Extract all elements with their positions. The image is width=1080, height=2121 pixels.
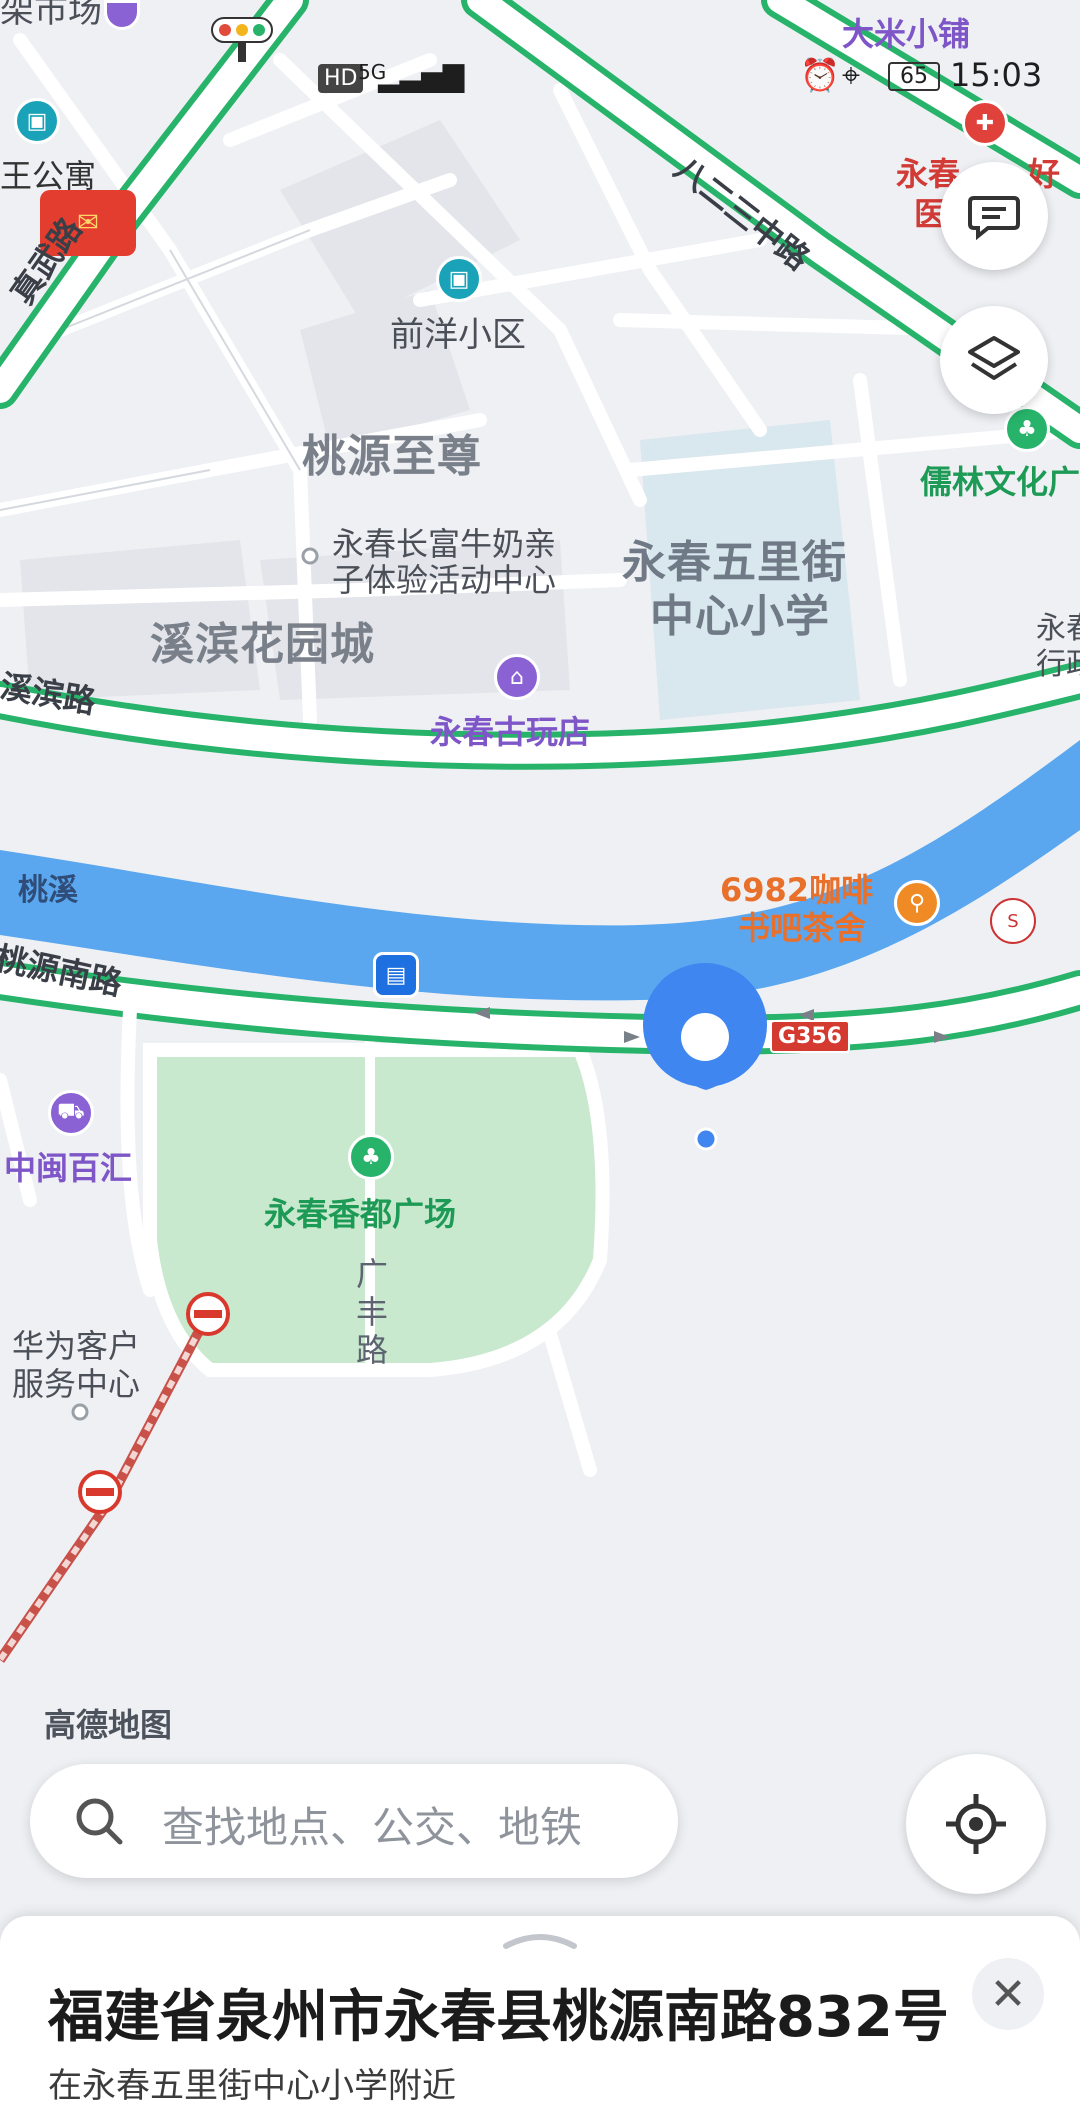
label-antique: 永春古玩店 (430, 713, 591, 751)
label-right-edge-2: 行政 (1036, 647, 1080, 682)
locate-me-button[interactable] (906, 1754, 1046, 1894)
alarm-icon: ⏰ (800, 56, 840, 94)
bus-stop-icon[interactable]: ▤ (373, 952, 419, 998)
close-button[interactable]: ✕ (972, 1958, 1044, 2030)
layers-icon (968, 336, 1020, 380)
status-hd: HD (318, 64, 364, 93)
poi-dot (71, 1403, 89, 1421)
layers-button[interactable] (940, 306, 1048, 414)
label-guangfeng-3: 路 (356, 1331, 389, 1369)
location-status-icon: ⌖ (842, 56, 861, 94)
search-input[interactable]: 查找地点、公交、地铁 (162, 1794, 582, 1855)
label-wulijie-1: 永春五里街 (622, 537, 847, 588)
park-pin-icon[interactable]: ♣ (348, 1134, 394, 1180)
label-coffee-2: 书吧茶舍 (738, 909, 867, 947)
river-taoxi (0, 740, 1080, 1001)
label-g356: G356 (770, 1020, 850, 1054)
restaurant-pin-icon[interactable]: ⚲ (894, 880, 940, 926)
park-pin-icon[interactable]: ♣ (1004, 406, 1050, 452)
poi-dot (301, 547, 319, 565)
map-brand-logo: 高德地图 (44, 1706, 173, 1744)
location-detail-sheet[interactable]: 福建省泉州市永春县桃源南路832号 在永春五里街中心小学附近 ✕ (0, 1916, 1080, 2121)
search-bar[interactable]: 查找地点、公交、地铁 (30, 1764, 678, 1878)
label-taoyuan-zhizun: 桃源至尊 (302, 431, 482, 482)
label-niunai-2: 子体验活动中心 (332, 561, 557, 599)
label-xiangdu: 永春香都广场 (264, 1195, 457, 1233)
nearby-landmark: 在永春五里街中心小学附近 (48, 2066, 456, 2106)
label-wang-gongyu: 王公寓 (0, 157, 97, 195)
chat-bubble-icon (968, 196, 1020, 240)
crosshair-icon (946, 1794, 1006, 1854)
sinopec-icon[interactable]: S (990, 898, 1036, 944)
label-rulin: 儒林文化广 (920, 463, 1080, 501)
sheet-handle-icon[interactable] (500, 1930, 580, 1950)
label-coffee-1: 6982咖啡 (720, 871, 874, 909)
label-wulijie-2: 中心小学 (650, 591, 830, 642)
shopping-cart-pin-icon[interactable]: ⛟ (48, 1090, 94, 1136)
battery-icon: 65 (888, 62, 940, 91)
no-entry-icon (78, 1470, 122, 1514)
pharmacy-pin-icon[interactable]: ✚ (962, 100, 1008, 146)
label-niunai-1: 永春长富牛奶亲 (332, 525, 557, 563)
close-icon: ✕ (989, 1968, 1027, 2020)
label-qianyang: 前洋小区 (390, 315, 526, 355)
label-top-left: 架市场 (0, 0, 102, 31)
label-guangfeng-1: 广 (356, 1255, 389, 1293)
status-time: 15:03 (950, 56, 1043, 94)
shop-pin-icon[interactable]: ⌂ (494, 654, 540, 700)
label-xibin-garden: 溪滨花园城 (150, 619, 375, 670)
search-icon (76, 1798, 123, 1845)
label-guangfeng-2: 丰 (356, 1293, 389, 1331)
signal-icon: ▂▃▅▇ (378, 60, 465, 93)
address-title: 福建省泉州市永春县桃源南路832号 (48, 1985, 949, 2050)
no-entry-icon (186, 1292, 230, 1336)
feedback-button[interactable] (940, 162, 1048, 270)
label-taoxi: 桃溪 (18, 873, 78, 908)
label-huawei-1: 华为客户 (12, 1327, 141, 1365)
label-dami: 大米小铺 (842, 15, 971, 53)
label-zhongmin: 中闽百汇 (4, 1149, 133, 1187)
building-pin-icon[interactable]: ▣ (14, 98, 60, 144)
label-huawei-2: 服务中心 (12, 1365, 141, 1403)
location-pin[interactable] (643, 963, 767, 1151)
building-pin-icon[interactable]: ▣ (436, 256, 482, 302)
label-right-edge-1: 永春 (1036, 611, 1080, 646)
